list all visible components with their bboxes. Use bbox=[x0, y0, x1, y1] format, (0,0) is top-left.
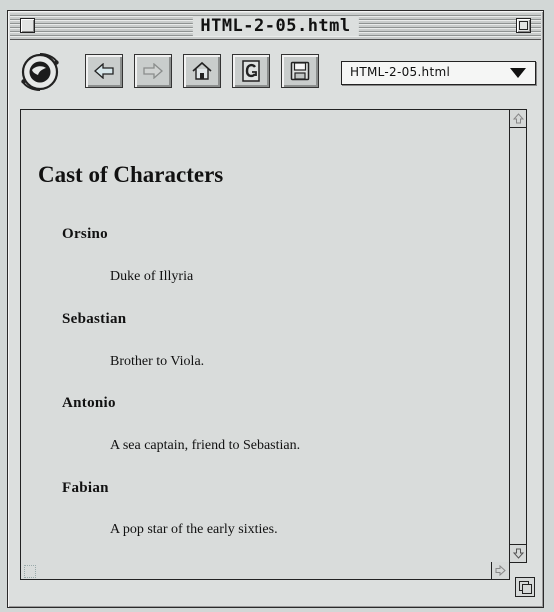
horizontal-scroll-thumb[interactable] bbox=[24, 565, 36, 578]
reload-icon bbox=[242, 60, 260, 82]
house-icon bbox=[192, 61, 212, 80]
character-name: Orsino bbox=[62, 226, 108, 242]
save-button[interactable] bbox=[281, 54, 319, 88]
scroll-right-arrow[interactable] bbox=[491, 562, 509, 579]
horizontal-scrollbar[interactable] bbox=[20, 562, 510, 580]
window-title: HTML-2-05.html bbox=[192, 16, 359, 36]
left-arrow-icon bbox=[94, 63, 114, 79]
zoom-box-button[interactable] bbox=[516, 18, 531, 33]
url-select-value: HTML-2-05.html bbox=[350, 65, 451, 79]
globe-logo-icon[interactable] bbox=[20, 52, 60, 92]
character-description: A sea captain, friend to Sebastian. bbox=[110, 438, 301, 453]
right-arrow-icon bbox=[143, 63, 163, 79]
scroll-up-arrow[interactable] bbox=[510, 110, 526, 128]
down-arrow-icon bbox=[513, 548, 524, 559]
character-description: Brother to Viola. bbox=[110, 354, 205, 369]
scroll-down-arrow[interactable] bbox=[510, 544, 526, 562]
character-name: Fabian bbox=[62, 480, 109, 496]
up-arrow-icon bbox=[513, 113, 524, 124]
character-description: A pop star of the early sixties. bbox=[110, 522, 278, 537]
right-arrow-icon bbox=[495, 565, 506, 576]
character-name: Antonio bbox=[62, 395, 116, 411]
vertical-scrollbar[interactable] bbox=[509, 110, 526, 562]
toolbar: HTML-2-05.html bbox=[10, 41, 541, 107]
reload-button[interactable] bbox=[232, 54, 270, 88]
title-bar[interactable]: HTML-2-05.html bbox=[10, 13, 541, 40]
floppy-disk-icon bbox=[290, 61, 310, 81]
document-view: Cast of Characters Orsino Duke of Illyri… bbox=[20, 109, 527, 563]
page-heading: Cast of Characters bbox=[38, 162, 224, 187]
character-name: Sebastian bbox=[62, 311, 127, 327]
page-content: Cast of Characters Orsino Duke of Illyri… bbox=[21, 110, 509, 562]
chevron-down-icon bbox=[510, 68, 526, 78]
url-select-dropdown[interactable]: HTML-2-05.html bbox=[341, 61, 536, 85]
resize-grow-box[interactable] bbox=[515, 577, 535, 597]
back-button[interactable] bbox=[85, 54, 123, 88]
character-description: Duke of Illyria bbox=[110, 269, 194, 284]
forward-button[interactable] bbox=[134, 54, 172, 88]
close-box-button[interactable] bbox=[20, 18, 35, 33]
browser-window: HTML-2-05.html HTML-2-05.html Cast of Ch… bbox=[7, 10, 544, 608]
home-button[interactable] bbox=[183, 54, 221, 88]
